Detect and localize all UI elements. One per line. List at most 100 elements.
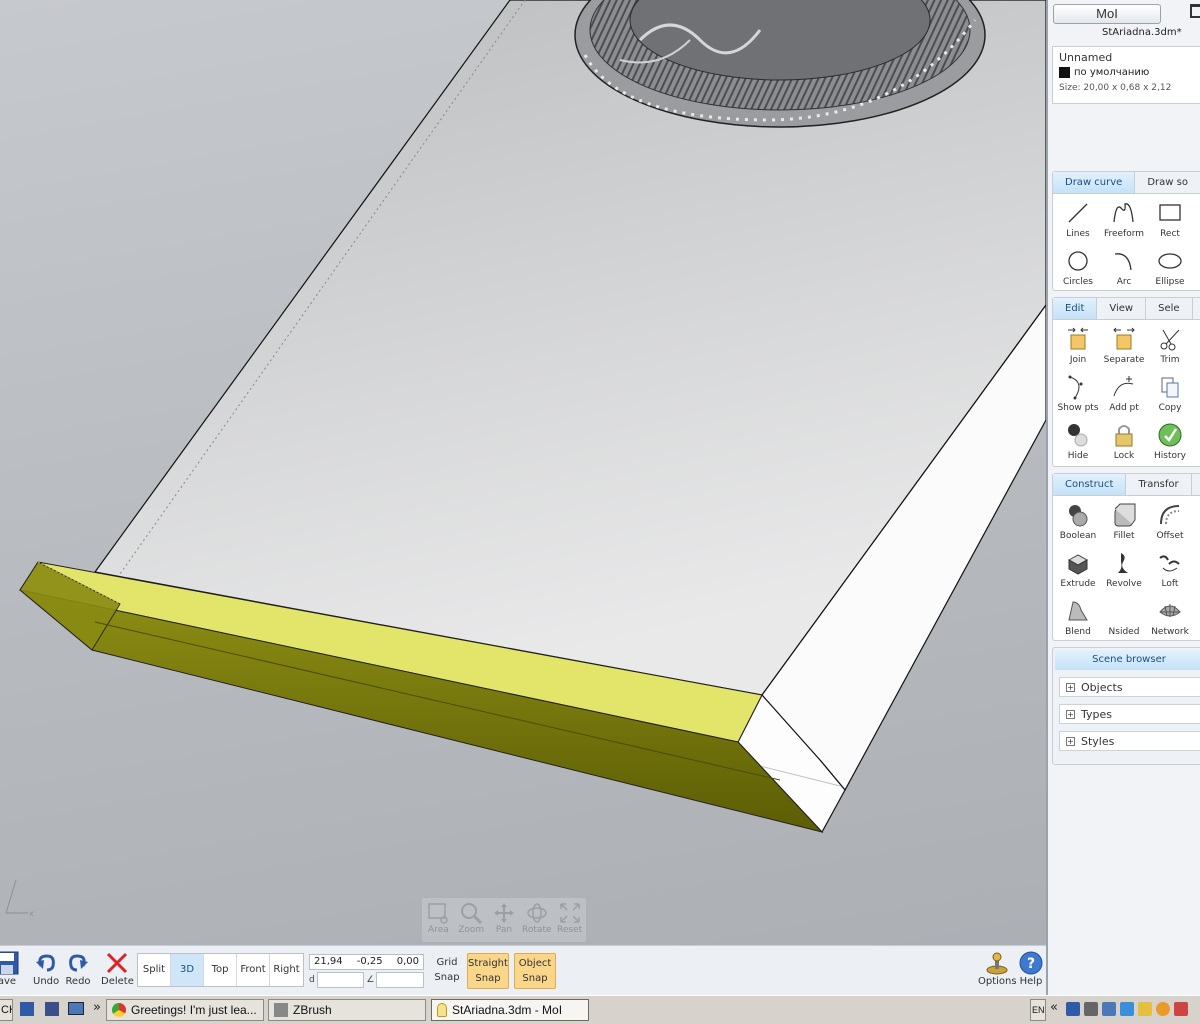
show-pts-tool[interactable]: Show pts <box>1055 370 1101 418</box>
scene-item-styles[interactable]: + Styles <box>1059 731 1200 751</box>
arc-tool[interactable]: Arc <box>1101 244 1147 292</box>
show-pts-label: Show pts <box>1057 403 1099 413</box>
tab-construct[interactable]: Construct <box>1053 474 1127 495</box>
more-construct-tool-2[interactable] <box>1193 594 1200 642</box>
taskbar-item-browser[interactable]: Greetings! I'm just lea... <box>106 999 264 1021</box>
options-button[interactable]: Options <box>978 950 1017 987</box>
delete-button[interactable]: Delete <box>101 950 134 987</box>
extrude-tool[interactable]: Extrude <box>1055 546 1101 594</box>
draw-curve-panel: Draw curve Draw so Lines Freeform Rect P… <box>1052 171 1200 291</box>
history-tool[interactable]: History <box>1147 418 1193 466</box>
history-label: History <box>1153 451 1187 461</box>
circles-tool[interactable]: Circles <box>1055 244 1101 292</box>
view-3d-button[interactable]: 3D <box>171 954 204 986</box>
object-name[interactable]: Unnamed <box>1059 51 1195 64</box>
coord-y: -0,25 <box>356 956 383 967</box>
add-pt-tool[interactable]: Add pt <box>1101 370 1147 418</box>
tray-network-icon[interactable] <box>1102 1002 1116 1016</box>
blend-icon <box>1068 601 1088 621</box>
scene-item-objects[interactable]: + Objects <box>1059 677 1200 697</box>
lines-tool[interactable]: Lines <box>1055 196 1101 244</box>
chrome-icon <box>112 1003 126 1017</box>
view-front-button[interactable]: Front <box>237 954 270 986</box>
taskbar-item-moi[interactable]: StAriadna.3dm - MoI <box>431 999 589 1021</box>
separate-tool[interactable]: Separate <box>1101 322 1147 370</box>
join-tool[interactable]: Join <box>1055 322 1101 370</box>
expand-icon[interactable]: + <box>1066 709 1075 719</box>
tray-clock-icon[interactable] <box>1156 1002 1170 1016</box>
blend-tool[interactable]: Blend <box>1055 594 1101 642</box>
ellipse-tool[interactable]: Ellipse <box>1147 244 1193 292</box>
scene-item-types[interactable]: + Types <box>1059 704 1200 724</box>
undo-button[interactable]: Undo <box>33 950 59 987</box>
tray-chevron[interactable]: « <box>1050 1000 1058 1015</box>
moi-menu-button[interactable]: MoI <box>1053 4 1161 24</box>
tray-shield-icon[interactable] <box>1138 1002 1152 1016</box>
pan-icon <box>493 903 514 923</box>
start-button[interactable]: CK <box>0 999 13 1021</box>
network-label: Network <box>1151 627 1189 637</box>
save-button[interactable]: ave <box>0 950 20 987</box>
tray-save-icon[interactable] <box>1066 1002 1080 1016</box>
boolean-tool[interactable]: Boolean <box>1055 498 1101 546</box>
nsided-tool[interactable]: Nsided <box>1101 594 1147 642</box>
3d-viewport[interactable]: x Area Zoom Pan Rotate Reset <box>0 0 1046 945</box>
quicklaunch-chevron[interactable]: » <box>93 1000 101 1015</box>
tab-select[interactable]: Sele <box>1146 298 1193 319</box>
grid-snap-toggle[interactable]: Grid Snap <box>430 955 464 985</box>
help-button[interactable]: ? Help <box>1018 950 1044 987</box>
distance-input[interactable] <box>316 972 365 988</box>
expand-icon[interactable]: + <box>1066 736 1075 746</box>
redo-button[interactable]: Redo <box>65 950 91 987</box>
revolve-tool[interactable]: Revolve <box>1101 546 1147 594</box>
tab-draw-curve[interactable]: Draw curve <box>1053 172 1136 193</box>
maximize-icon[interactable] <box>1190 4 1200 18</box>
network-tool[interactable]: Network <box>1147 594 1193 642</box>
tab-transform[interactable]: Transfor <box>1126 474 1192 495</box>
pan-tool[interactable]: Pan <box>488 901 520 942</box>
tray-flag-icon[interactable] <box>1174 1002 1188 1016</box>
layer-row[interactable]: по умолчанию <box>1059 67 1195 78</box>
quicklaunch-window-icon[interactable] <box>68 1002 84 1015</box>
zoom-icon <box>461 903 483 925</box>
rect-tool[interactable]: Rect <box>1147 196 1193 244</box>
tray-film-icon[interactable] <box>1084 1002 1098 1016</box>
view-right-button[interactable]: Right <box>270 954 303 986</box>
more-draw-tool[interactable] <box>1193 244 1200 292</box>
quicklaunch-desktop-icon[interactable] <box>20 1002 34 1016</box>
area-zoom-tool[interactable]: Area <box>422 901 454 942</box>
view-split-button[interactable]: Split <box>138 954 171 986</box>
view-top-button[interactable]: Top <box>204 954 237 986</box>
freeform-tool[interactable]: Freeform <box>1101 196 1147 244</box>
polygon-tool[interactable]: Po <box>1193 196 1200 244</box>
rotate-tool[interactable]: Rotate <box>521 901 553 942</box>
tray-display-icon[interactable] <box>1120 1002 1134 1016</box>
straight-snap-toggle[interactable]: Straight Snap <box>467 953 509 989</box>
more-construct-tool[interactable]: F <box>1193 498 1200 546</box>
language-indicator[interactable]: EN <box>1030 999 1046 1021</box>
copy-tool[interactable]: Copy <box>1147 370 1193 418</box>
lock-tool[interactable]: Lock <box>1101 418 1147 466</box>
quicklaunch-save-icon[interactable] <box>45 1002 59 1016</box>
revolve-label: Revolve <box>1106 579 1142 589</box>
hide-tool[interactable]: Hide <box>1055 418 1101 466</box>
zoom-tool[interactable]: Zoom <box>455 901 487 942</box>
extend-tool[interactable]: E <box>1193 322 1200 370</box>
object-size: Size: 20,00 x 0,68 x 2,12 <box>1059 83 1172 93</box>
hide-label: Hide <box>1067 451 1089 461</box>
tab-draw-solid[interactable]: Draw so <box>1135 172 1200 193</box>
trim-tool[interactable]: Trim <box>1147 322 1193 370</box>
sweep-tool[interactable]: S <box>1193 546 1200 594</box>
tab-edit[interactable]: Edit <box>1053 298 1098 319</box>
layer-color-swatch[interactable] <box>1059 67 1070 78</box>
fillet-tool[interactable]: Fillet <box>1101 498 1147 546</box>
angle-input[interactable] <box>376 972 424 988</box>
tab-view[interactable]: View <box>1097 298 1147 319</box>
loft-tool[interactable]: Loft <box>1147 546 1193 594</box>
offset-tool[interactable]: Offset <box>1147 498 1193 546</box>
expand-icon[interactable]: + <box>1066 682 1075 692</box>
reset-tool[interactable]: Reset <box>554 901 586 942</box>
taskbar-item-zbrush[interactable]: ZBrush <box>268 999 426 1021</box>
object-snap-toggle[interactable]: Object Snap <box>514 953 556 989</box>
scene-browser-title[interactable]: Scene browser <box>1055 650 1200 670</box>
